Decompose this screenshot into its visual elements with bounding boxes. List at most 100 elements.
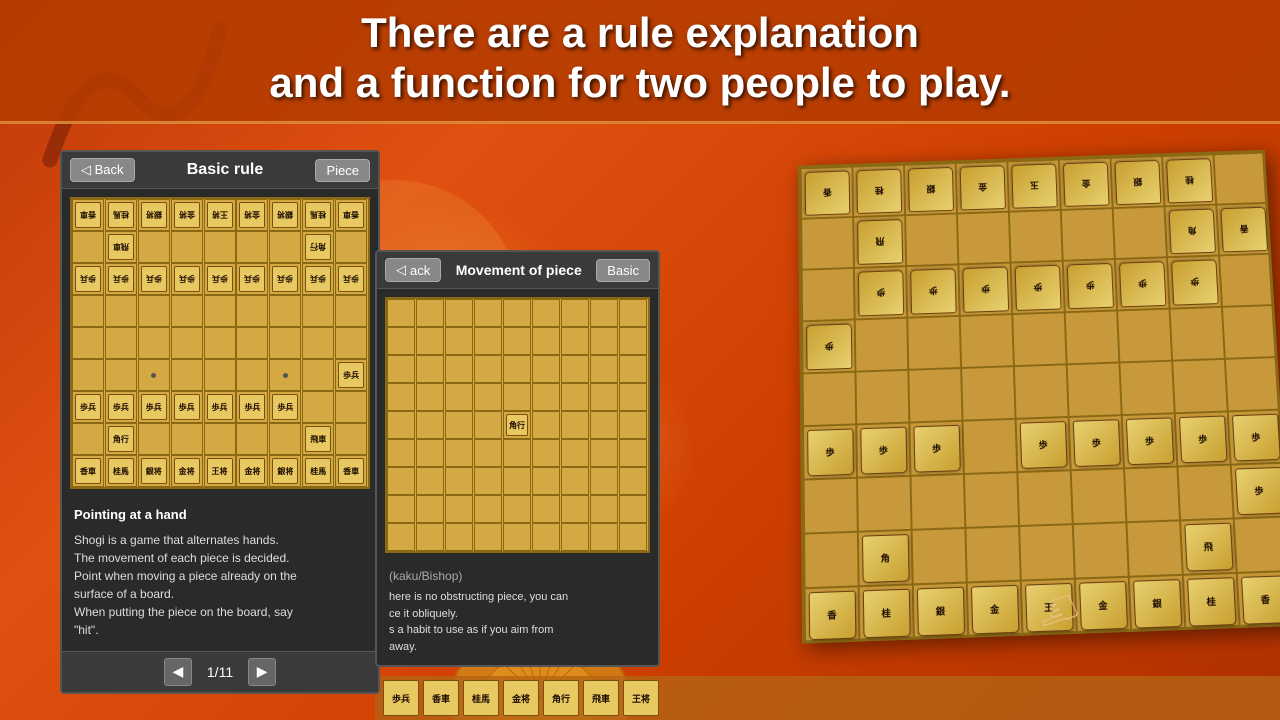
shogi-piece: 歩兵 <box>305 266 331 292</box>
board-cell: 角行 <box>105 423 137 455</box>
movement-cell <box>532 383 560 411</box>
basic-button[interactable]: Basic <box>596 259 650 282</box>
real-board-cell: 歩 <box>1122 413 1178 468</box>
movement-cell: 角行 <box>503 411 531 439</box>
real-board-cell: 歩 <box>1167 255 1222 308</box>
shogi-piece: 歩兵 <box>108 394 134 420</box>
movement-cell <box>561 355 589 383</box>
real-board-cell: 玉 <box>1007 160 1060 212</box>
board-cell: 歩兵 <box>269 391 301 423</box>
real-piece: 歩 <box>910 268 956 314</box>
movement-back-button[interactable]: ◁ ack <box>385 258 441 282</box>
board-cell <box>105 327 137 359</box>
real-board-cell: 歩 <box>906 264 960 317</box>
real-piece: 銀 <box>908 167 954 212</box>
movement-cell <box>474 495 502 523</box>
real-board-cell <box>804 532 859 589</box>
real-board-cell: 香 <box>801 167 853 219</box>
shogi-piece: 桂馬 <box>305 202 331 228</box>
real-piece: 歩 <box>1178 415 1227 463</box>
board-cell <box>138 231 170 263</box>
movement-cell <box>416 495 444 523</box>
board-cell: 銀将 <box>138 455 170 487</box>
board-cell <box>138 359 170 391</box>
movement-board-container: 角行 <box>377 289 658 561</box>
real-board-cell: 銀 <box>1129 575 1186 632</box>
shogi-piece: 桂馬 <box>108 458 134 484</box>
real-board-cell: 銀 <box>913 583 969 640</box>
board-cell: 香車 <box>335 455 367 487</box>
board-cell <box>269 423 301 455</box>
real-board-cell <box>908 368 962 423</box>
movement-cell <box>532 327 560 355</box>
board-cell <box>302 295 334 327</box>
real-board-cell <box>960 314 1014 368</box>
movement-cell <box>561 383 589 411</box>
board-cell: 歩兵 <box>335 359 367 391</box>
back-button[interactable]: ◁ Back <box>70 158 135 182</box>
board-cell: 桂馬 <box>105 455 137 487</box>
next-button[interactable]: ▶ <box>248 658 276 686</box>
real-piece: 歩 <box>1125 417 1173 465</box>
real-board-cell <box>1017 470 1072 526</box>
board-cell: 銀将 <box>269 199 301 231</box>
shogi-piece: 歩兵 <box>174 394 200 420</box>
real-piece: 金 <box>959 165 1005 210</box>
movement-cell <box>532 439 560 467</box>
board-cell <box>335 391 367 423</box>
movement-board: 角行 <box>385 297 650 553</box>
board-cell <box>236 423 268 455</box>
board-cell: 桂馬 <box>302 199 334 231</box>
real-piece: 桂 <box>856 168 902 213</box>
movement-cell <box>532 355 560 383</box>
shogi-piece: 歩兵 <box>338 362 364 388</box>
real-board-cell: 桂 <box>1162 154 1216 206</box>
real-board-cell: 金 <box>967 581 1023 638</box>
board-cell <box>236 231 268 263</box>
real-board-cell: 歩 <box>1011 261 1065 314</box>
shogi-piece: 香車 <box>75 458 101 484</box>
piece-button[interactable]: Piece <box>315 159 370 182</box>
piece-name-label: (kaku/Bishop) <box>389 567 646 585</box>
real-piece: 桂 <box>1187 577 1236 627</box>
board-cell: 王将 <box>204 455 236 487</box>
board-cell: 歩兵 <box>171 391 203 423</box>
movement-cell <box>561 523 589 551</box>
real-board-container: 香桂銀金玉金銀桂飛角香歩歩歩歩歩歩歩歩歩歩歩歩歩歩歩歩歩角飛香桂銀金王金銀桂香 <box>778 102 1280 718</box>
movement-cell <box>590 523 618 551</box>
real-piece: 金 <box>1062 161 1109 206</box>
movement-cell <box>619 495 647 523</box>
real-board-cell <box>1225 357 1280 411</box>
real-board-cell: 歩 <box>856 423 910 478</box>
movement-cell <box>503 523 531 551</box>
movement-cell <box>416 383 444 411</box>
real-board-cell <box>1124 467 1180 523</box>
real-board-cell <box>1061 208 1115 261</box>
board-cell: 歩兵 <box>138 391 170 423</box>
movement-cell <box>590 439 618 467</box>
board-cell <box>171 423 203 455</box>
real-piece: 歩 <box>857 270 903 316</box>
movement-cell <box>619 355 647 383</box>
real-board-cell <box>1014 364 1069 419</box>
real-board-cell <box>963 419 1018 474</box>
board-cell: 香車 <box>72 455 104 487</box>
real-piece: 歩 <box>1234 466 1280 514</box>
shogi-piece: 金将 <box>239 458 265 484</box>
real-board-cell: 角 <box>1164 205 1219 258</box>
movement-cell <box>532 523 560 551</box>
board-cell <box>105 295 137 327</box>
shogi-piece: 飛車 <box>108 234 134 260</box>
board-cell: 歩兵 <box>335 263 367 295</box>
shogi-piece: 銀将 <box>272 202 298 228</box>
board-cell <box>236 295 268 327</box>
real-board-cell: 香 <box>1216 203 1271 256</box>
banner-text: There are a rule explanation and a funct… <box>20 8 1260 109</box>
movement-cell <box>503 299 531 327</box>
board-cell: 王将 <box>204 199 236 231</box>
prev-button[interactable]: ◀ <box>164 658 192 686</box>
board-cell: 歩兵 <box>72 263 104 295</box>
real-board-cell <box>1012 312 1066 366</box>
movement-cell <box>445 411 473 439</box>
real-board-cell: 銀 <box>1110 156 1164 208</box>
